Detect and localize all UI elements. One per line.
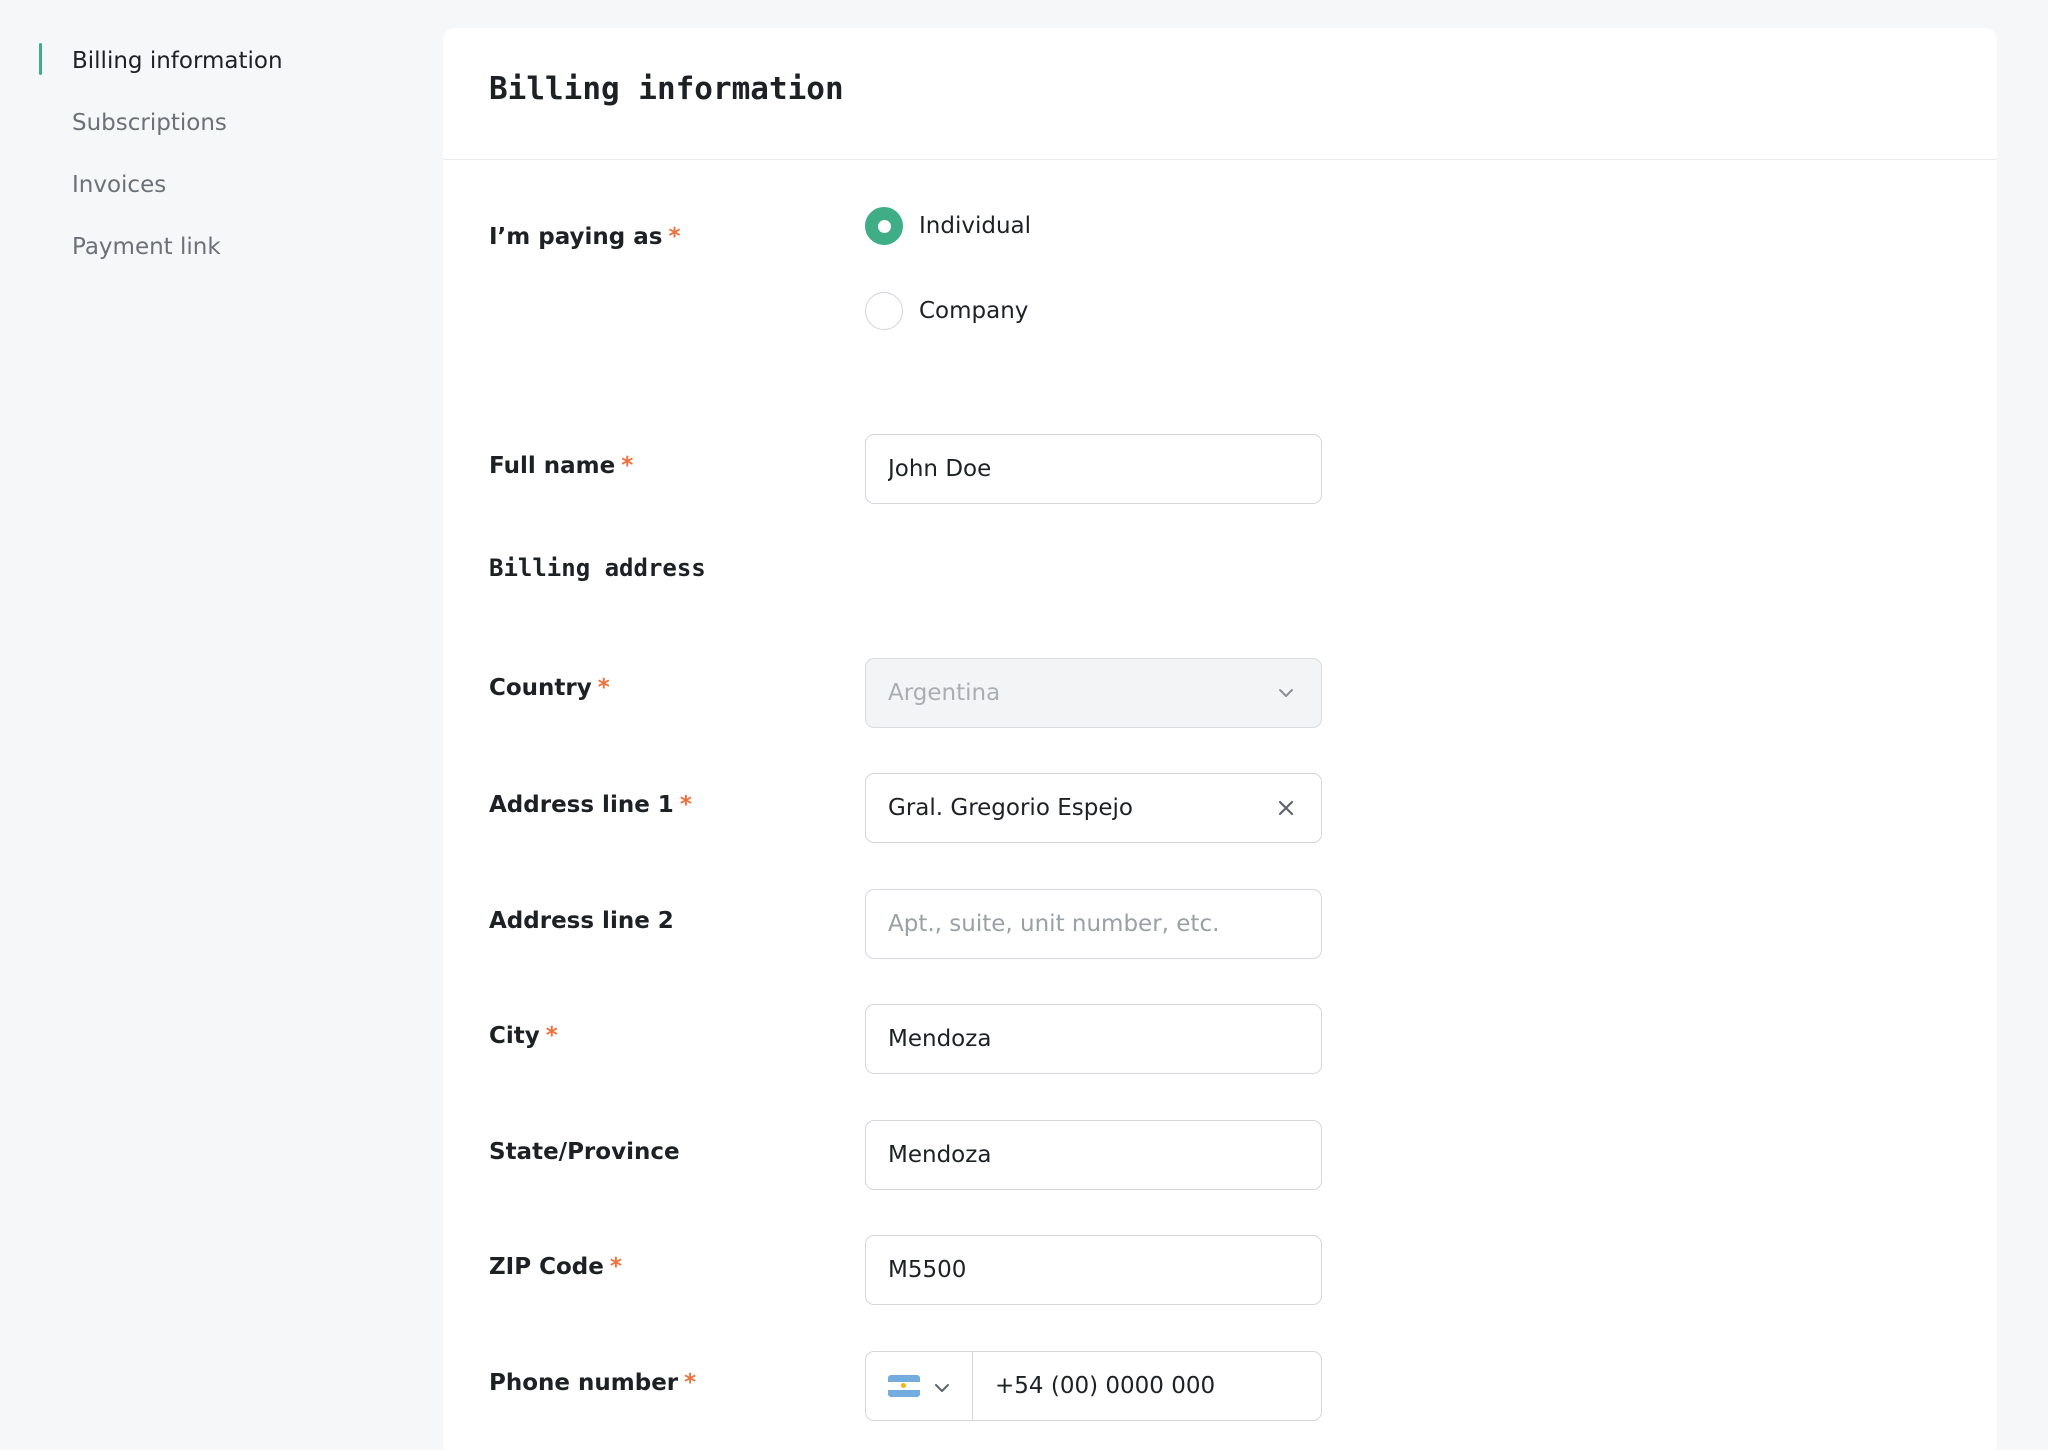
sidebar-item-payment-link[interactable]: Payment link — [0, 216, 420, 278]
sidebar-item-label: Invoices — [72, 172, 167, 198]
required-mark: * — [668, 224, 681, 250]
required-mark: * — [684, 1370, 697, 1396]
select-value: Argentina — [888, 680, 1001, 706]
input-value: John Doe — [888, 456, 992, 482]
radio-unchecked-icon[interactable] — [865, 292, 903, 330]
required-mark: * — [621, 453, 634, 479]
page-title: Billing information — [489, 70, 844, 107]
sidebar-item-label: Subscriptions — [72, 110, 227, 136]
radio-label: Individual — [919, 213, 1032, 239]
sidebar: Billing information Subscriptions Invoic… — [0, 30, 420, 278]
chevron-down-icon — [934, 1373, 950, 1399]
sidebar-item-subscriptions[interactable]: Subscriptions — [0, 92, 420, 154]
state-label: State/Province — [489, 1139, 680, 1165]
clear-icon[interactable] — [1273, 795, 1299, 821]
country-select[interactable]: Argentina — [865, 658, 1322, 728]
address-line-2-label: Address line 2 — [489, 908, 674, 934]
required-mark: * — [609, 1254, 622, 1280]
city-input[interactable]: Mendoza — [865, 1004, 1322, 1074]
zip-input[interactable]: M5500 — [865, 1235, 1322, 1305]
radio-individual[interactable]: Individual — [865, 207, 1031, 245]
required-mark: * — [679, 792, 692, 818]
zip-label: ZIP Code * — [489, 1254, 622, 1280]
input-value: M5500 — [888, 1257, 967, 1283]
phone-input-group: +54 (00) 0000 000 — [865, 1351, 1322, 1421]
country-label: Country * — [489, 675, 610, 701]
full-name-input[interactable]: John Doe — [865, 434, 1322, 504]
city-label: City * — [489, 1023, 558, 1049]
radio-company[interactable]: Company — [865, 292, 1028, 330]
address-line-1-label: Address line 1 * — [489, 792, 692, 818]
sidebar-item-invoices[interactable]: Invoices — [0, 154, 420, 216]
phone-label: Phone number * — [489, 1370, 697, 1396]
phone-input[interactable]: +54 (00) 0000 000 — [973, 1352, 1321, 1420]
billing-panel: Billing information I’m paying as * Indiv… — [443, 28, 1997, 1450]
input-value: Mendoza — [888, 1026, 992, 1052]
radio-label: Company — [919, 298, 1029, 324]
input-placeholder: Apt., suite, unit number, etc. — [888, 911, 1220, 937]
sidebar-item-label: Billing information — [72, 48, 283, 74]
chevron-down-icon — [1273, 680, 1299, 706]
billing-address-title: Billing address — [489, 554, 706, 582]
input-value: +54 (00) 0000 000 — [995, 1373, 1216, 1399]
country-code-select[interactable] — [866, 1352, 973, 1420]
state-input[interactable]: Mendoza — [865, 1120, 1322, 1190]
sidebar-item-billing-information[interactable]: Billing information — [0, 30, 420, 92]
panel-header: Billing information — [443, 28, 1997, 160]
input-value: Gral. Gregorio Espejo — [888, 795, 1133, 821]
required-mark: * — [545, 1023, 558, 1049]
paying-as-label: I’m paying as * — [489, 224, 681, 250]
billing-page: Billing information Subscriptions Invoic… — [0, 0, 2048, 1450]
required-mark: * — [597, 675, 610, 701]
argentina-flag-icon — [888, 1375, 920, 1397]
radio-checked-icon[interactable] — [865, 207, 903, 245]
address-line-1-input[interactable]: Gral. Gregorio Espejo — [865, 773, 1322, 843]
full-name-label: Full name * — [489, 453, 634, 479]
address-line-2-input[interactable]: Apt., suite, unit number, etc. — [865, 889, 1322, 959]
input-value: Mendoza — [888, 1142, 992, 1168]
sidebar-item-label: Payment link — [72, 234, 221, 260]
